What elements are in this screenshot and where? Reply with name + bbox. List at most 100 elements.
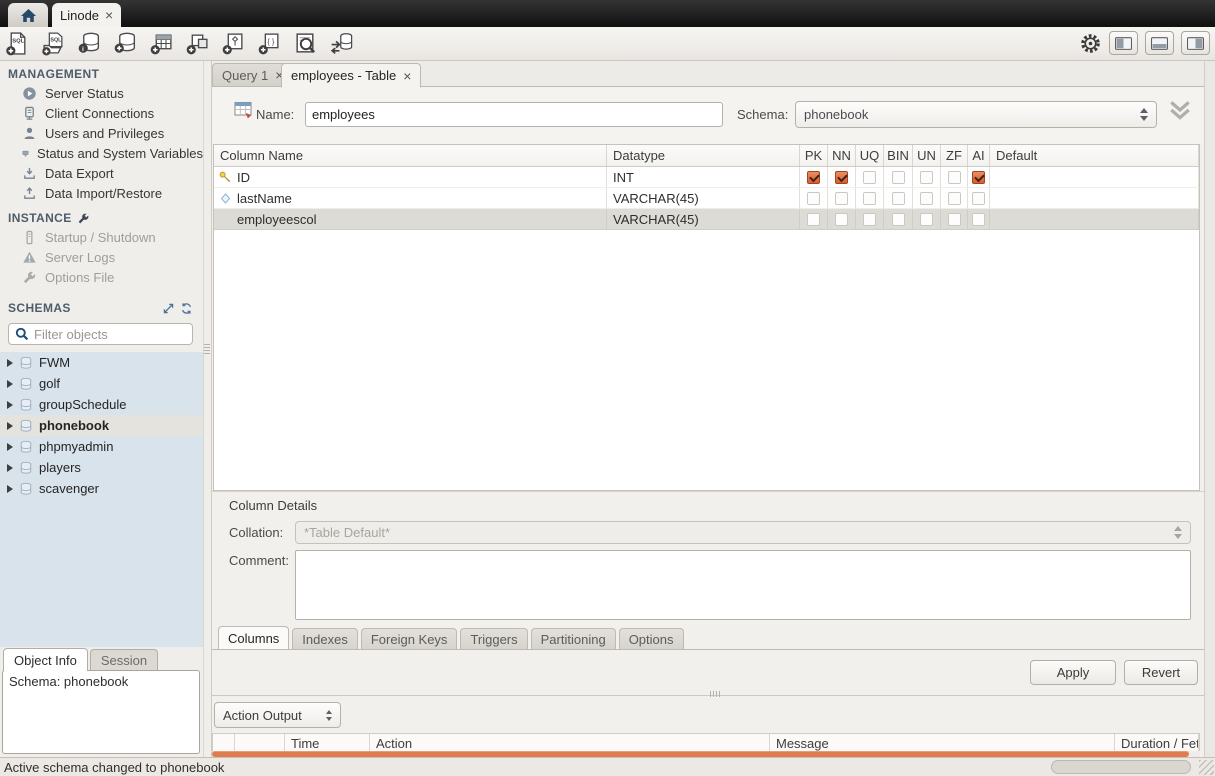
sidebar-splitter-handle[interactable]	[204, 344, 210, 354]
revert-button[interactable]: Revert	[1124, 660, 1198, 685]
tab-object-info[interactable]: Object Info	[3, 648, 88, 671]
col-header-nn[interactable]: NN	[828, 145, 856, 166]
toggle-bottom-panel-button[interactable]	[1145, 31, 1174, 55]
expander-icon[interactable]	[7, 380, 13, 388]
checkbox-nn[interactable]	[835, 192, 848, 205]
reconnect-dbms-button[interactable]	[328, 30, 355, 57]
collation-select[interactable]: *Table Default*	[295, 521, 1191, 544]
schema-row-phonebook[interactable]: phonebook	[0, 415, 203, 436]
tab-options[interactable]: Options	[619, 628, 684, 649]
new-sql-tab-button[interactable]: SQL	[4, 30, 31, 57]
sidebar-item-server-logs[interactable]: Server Logs	[0, 247, 203, 267]
preferences-button[interactable]	[1078, 31, 1102, 55]
schema-row-phpmyadmin[interactable]: phpmyadmin	[0, 436, 203, 457]
tab-triggers[interactable]: Triggers	[460, 628, 527, 649]
sidebar-splitter[interactable]	[203, 61, 212, 757]
refresh-schemas-icon[interactable]	[180, 302, 193, 315]
create-view-button[interactable]	[184, 30, 211, 57]
sidebar-item-startup-shutdown[interactable]: Startup / Shutdown	[0, 227, 203, 247]
tab-indexes[interactable]: Indexes	[292, 628, 358, 649]
col-header-un[interactable]: UN	[913, 145, 941, 166]
checkbox-bin[interactable]	[892, 171, 905, 184]
expander-icon[interactable]	[7, 443, 13, 451]
action-output-select[interactable]: Action Output	[214, 702, 341, 728]
checkbox-pk[interactable]	[807, 192, 820, 205]
status-scrollbar-thumb[interactable]	[1051, 760, 1191, 774]
output-splitter-handle[interactable]	[710, 691, 720, 697]
col-header-default[interactable]: Default	[990, 145, 1199, 166]
sidebar-item-status-system-variables[interactable]: Status and System Variables	[0, 143, 203, 163]
column-row-id[interactable]: ID INT	[214, 167, 1199, 188]
schema-row-fwm[interactable]: FWM	[0, 352, 203, 373]
close-icon[interactable]: ×	[105, 8, 113, 22]
close-tab-icon[interactable]: ×	[403, 69, 411, 83]
sidebar-item-users-privileges[interactable]: Users and Privileges	[0, 123, 203, 143]
checkbox-nn[interactable]	[835, 213, 848, 226]
create-function-button[interactable]: { }	[256, 30, 283, 57]
checkbox-un[interactable]	[920, 192, 933, 205]
inspect-schema-button[interactable]: i	[76, 30, 103, 57]
expander-icon[interactable]	[7, 359, 13, 367]
output-splitter[interactable]	[212, 695, 1204, 696]
schema-filter[interactable]	[8, 323, 193, 345]
sidebar-item-server-status[interactable]: Server Status	[0, 83, 203, 103]
checkbox-bin[interactable]	[892, 213, 905, 226]
schema-row-groupschedule[interactable]: groupSchedule	[0, 394, 203, 415]
sidebar-item-client-connections[interactable]: Client Connections	[0, 103, 203, 123]
default-value-cell[interactable]	[990, 188, 1199, 208]
expander-icon[interactable]	[7, 422, 13, 430]
tab-employees-table[interactable]: employees - Table ×	[281, 63, 421, 88]
default-value-cell[interactable]	[990, 167, 1199, 187]
checkbox-ai[interactable]	[972, 213, 985, 226]
schema-filter-input[interactable]	[34, 327, 186, 342]
checkbox-zf[interactable]	[948, 171, 961, 184]
connection-tab[interactable]: Linode ×	[52, 3, 121, 27]
column-row-lastname[interactable]: lastName VARCHAR(45)	[214, 188, 1199, 209]
tab-foreign-keys[interactable]: Foreign Keys	[361, 628, 458, 649]
col-header-bin[interactable]: BIN	[884, 145, 913, 166]
comment-textarea[interactable]	[295, 550, 1191, 620]
col-header-datatype[interactable]: Datatype	[607, 145, 800, 166]
open-sql-script-button[interactable]: SQL	[40, 30, 67, 57]
checkbox-nn[interactable]	[835, 171, 848, 184]
col-header-zf[interactable]: ZF	[941, 145, 968, 166]
table-name-input[interactable]	[305, 102, 723, 127]
checkbox-uq[interactable]	[863, 192, 876, 205]
checkbox-pk[interactable]	[807, 171, 820, 184]
search-table-data-button[interactable]	[292, 30, 319, 57]
expander-icon[interactable]	[7, 485, 13, 493]
col-header-column-name[interactable]: Column Name	[214, 145, 607, 166]
tab-columns[interactable]: Columns	[218, 626, 289, 649]
checkbox-zf[interactable]	[948, 192, 961, 205]
create-routine-button[interactable]	[220, 30, 247, 57]
expand-schemas-icon[interactable]	[162, 302, 175, 315]
col-header-ai[interactable]: AI	[968, 145, 990, 166]
sidebar-item-options-file[interactable]: Options File	[0, 267, 203, 287]
create-table-button[interactable]	[148, 30, 175, 57]
checkbox-zf[interactable]	[948, 213, 961, 226]
checkbox-ai[interactable]	[972, 171, 985, 184]
checkbox-un[interactable]	[920, 171, 933, 184]
apply-button[interactable]: Apply	[1030, 660, 1116, 685]
col-header-pk[interactable]: PK	[800, 145, 828, 166]
checkbox-un[interactable]	[920, 213, 933, 226]
resize-grip[interactable]	[1199, 760, 1214, 775]
sidebar-item-data-export[interactable]: Data Export	[0, 163, 203, 183]
tab-session[interactable]: Session	[90, 649, 158, 671]
schema-row-golf[interactable]: golf	[0, 373, 203, 394]
toggle-left-sidebar-button[interactable]	[1109, 31, 1138, 55]
checkbox-ai[interactable]	[972, 192, 985, 205]
schema-select[interactable]: phonebook	[795, 101, 1157, 128]
expander-icon[interactable]	[7, 401, 13, 409]
sidebar-item-data-import[interactable]: Data Import/Restore	[0, 183, 203, 203]
tab-partitioning[interactable]: Partitioning	[531, 628, 616, 649]
col-header-uq[interactable]: UQ	[856, 145, 884, 166]
checkbox-uq[interactable]	[863, 213, 876, 226]
checkbox-bin[interactable]	[892, 192, 905, 205]
column-row-employeescol[interactable]: employeescol VARCHAR(45)	[214, 209, 1199, 230]
expand-header-chevron-icon[interactable]	[1168, 100, 1192, 120]
default-value-cell[interactable]	[990, 209, 1199, 229]
schema-row-scavenger[interactable]: scavenger	[0, 478, 203, 499]
expander-icon[interactable]	[7, 464, 13, 472]
home-tab[interactable]	[8, 3, 48, 27]
